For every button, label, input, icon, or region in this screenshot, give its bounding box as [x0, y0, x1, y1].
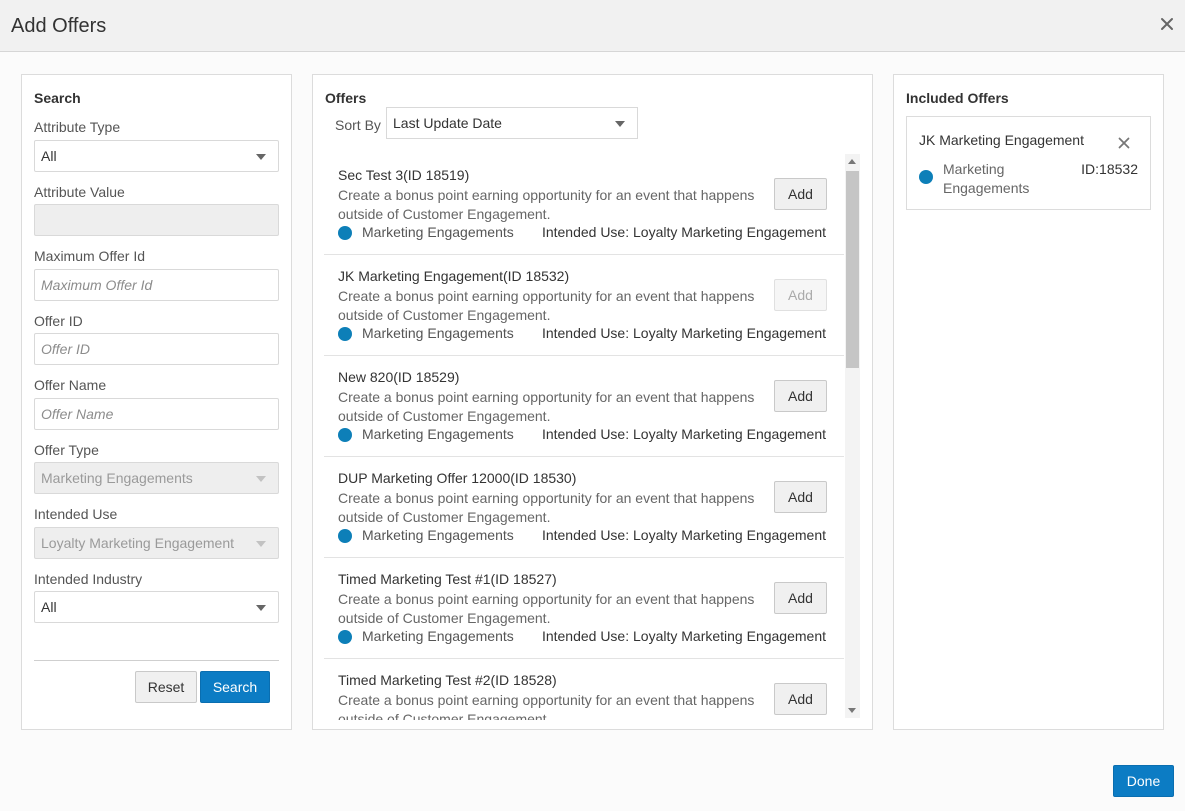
scroll-up-icon[interactable] [848, 159, 856, 164]
included-offer-type: Marketing Engagements [943, 161, 1030, 196]
chevron-down-icon [256, 476, 266, 482]
attribute-type-select[interactable]: All [34, 140, 279, 172]
offer-intended-use: Intended Use: Loyalty Marketing Engageme… [541, 224, 826, 240]
search-title: Search [34, 90, 81, 106]
offer-list-scrollbar[interactable] [845, 154, 860, 718]
offer-type: Marketing Engagements [362, 426, 514, 442]
included-offer-card: JK Marketing Engagement Marketing Engage… [906, 116, 1151, 210]
offer-type: Marketing Engagements [362, 224, 514, 240]
intended-use-select[interactable]: Loyalty Marketing Engagement [34, 527, 279, 559]
dialog-header: Add Offers [0, 0, 1185, 52]
offer-intended-use: Intended Use: Loyalty Marketing Engageme… [541, 426, 826, 442]
attribute-type-value: All [41, 148, 57, 164]
intended-use-value: Loyalty Marketing Engagement [41, 535, 234, 551]
sort-by-select[interactable]: Last Update Date [386, 107, 638, 139]
offer-name: Timed Marketing Test #2(ID 18528) [338, 672, 557, 688]
attribute-value-field[interactable] [34, 204, 279, 236]
offer-type-dot-icon [338, 428, 352, 442]
offer-description: Create a bonus point earning opportunity… [338, 692, 755, 720]
offer-name: Sec Test 3(ID 18519) [338, 167, 470, 183]
offer-intended-use: Intended Use: Loyalty Marketing Engageme… [541, 325, 826, 341]
attribute-type-label: Attribute Type [34, 119, 121, 135]
offer-row: DUP Marketing Offer 12000(ID 18530) Creat… [324, 457, 844, 558]
included-offer-name: JK Marketing Engagement [919, 132, 1084, 148]
intended-industry-label: Intended Industry [34, 571, 143, 587]
scrollbar-thumb[interactable] [846, 171, 859, 368]
offer-description: Create a bonus point earning opportunity… [338, 490, 755, 525]
add-offer-button[interactable]: Add [774, 481, 827, 513]
offer-row: New 820(ID 18529) Create a bonus point ea… [324, 356, 844, 457]
offer-type: Marketing Engagements [362, 527, 514, 543]
offer-row: Timed Marketing Test #2(ID 18528) Create … [324, 659, 844, 720]
offer-description: Create a bonus point earning opportunity… [338, 591, 755, 626]
offer-name: DUP Marketing Offer 12000(ID 18530) [338, 470, 577, 486]
chevron-down-icon [615, 121, 625, 127]
add-offer-button[interactable]: Add [774, 582, 827, 614]
offers-panel: Offers Sort By Last Update Date Sec Test… [312, 74, 873, 730]
offer-type-select[interactable]: Marketing Engagements [34, 462, 279, 494]
intended-industry-value: All [41, 599, 57, 615]
offer-id-input[interactable]: Offer ID [34, 333, 279, 365]
included-offers-panel: Included Offers JK Marketing Engagement … [893, 74, 1164, 730]
offer-type: Marketing Engagements [362, 628, 514, 644]
offer-type-value: Marketing Engagements [41, 470, 193, 486]
offer-type: Marketing Engagements [362, 325, 514, 341]
search-panel: Search Attribute Type All Attribute Valu… [21, 74, 292, 730]
done-button[interactable]: Done [1113, 765, 1174, 797]
offer-name: New 820(ID 18529) [338, 369, 460, 385]
intended-industry-select[interactable]: All [34, 591, 279, 623]
offer-description: Create a bonus point earning opportunity… [338, 288, 755, 323]
offer-name: Timed Marketing Test #1(ID 18527) [338, 571, 557, 587]
offer-type-dot-icon [338, 226, 352, 240]
dialog-title: Add Offers [11, 15, 107, 37]
add-offer-button[interactable]: Add [774, 380, 827, 412]
max-offer-id-input[interactable]: Maximum Offer Id [34, 269, 279, 301]
offers-title: Offers [325, 90, 367, 106]
offer-intended-use: Intended Use: Loyalty Marketing Engageme… [541, 628, 826, 644]
sort-by-label: Sort By [335, 117, 381, 133]
offer-row: JK Marketing Engagement(ID 18532) Create … [324, 255, 844, 356]
close-icon[interactable] [1159, 16, 1175, 32]
max-offer-id-label: Maximum Offer Id [34, 248, 145, 264]
offer-type-dot-icon [338, 529, 352, 543]
chevron-down-icon [256, 541, 266, 547]
offer-list: Sec Test 3(ID 18519) Create a bonus point… [324, 154, 844, 720]
offer-name-input[interactable]: Offer Name [34, 398, 279, 430]
remove-icon[interactable] [1118, 137, 1130, 149]
scroll-down-icon[interactable] [848, 708, 856, 713]
add-offer-button[interactable]: Add [774, 178, 827, 210]
offer-description: Create a bonus point earning opportunity… [338, 187, 755, 222]
offer-intended-use: Intended Use: Loyalty Marketing Engageme… [541, 527, 826, 543]
offer-id-label: Offer ID [34, 313, 83, 329]
offer-name: JK Marketing Engagement(ID 18532) [338, 268, 570, 284]
add-offer-button[interactable]: Add [774, 683, 827, 715]
offer-description: Create a bonus point earning opportunity… [338, 389, 755, 424]
intended-use-label: Intended Use [34, 506, 118, 522]
offer-type-dot-icon [338, 630, 352, 644]
add-offer-button[interactable]: Add [774, 279, 827, 311]
sort-by-value: Last Update Date [393, 115, 502, 131]
attribute-value-label: Attribute Value [34, 184, 125, 200]
offer-type-dot-icon [919, 170, 933, 184]
offer-name-label: Offer Name [34, 377, 107, 393]
offer-row: Sec Test 3(ID 18519) Create a bonus point… [324, 154, 844, 255]
offer-row: Timed Marketing Test #1(ID 18527) Create … [324, 558, 844, 659]
offer-type-dot-icon [338, 327, 352, 341]
divider [34, 660, 279, 661]
offer-type-label: Offer Type [34, 442, 99, 458]
chevron-down-icon [256, 154, 266, 160]
reset-button[interactable]: Reset [135, 671, 197, 703]
chevron-down-icon [256, 605, 266, 611]
search-button[interactable]: Search [200, 671, 270, 703]
included-offers-title: Included Offers [906, 90, 1009, 106]
included-offer-id: ID:18532 [1081, 161, 1138, 177]
